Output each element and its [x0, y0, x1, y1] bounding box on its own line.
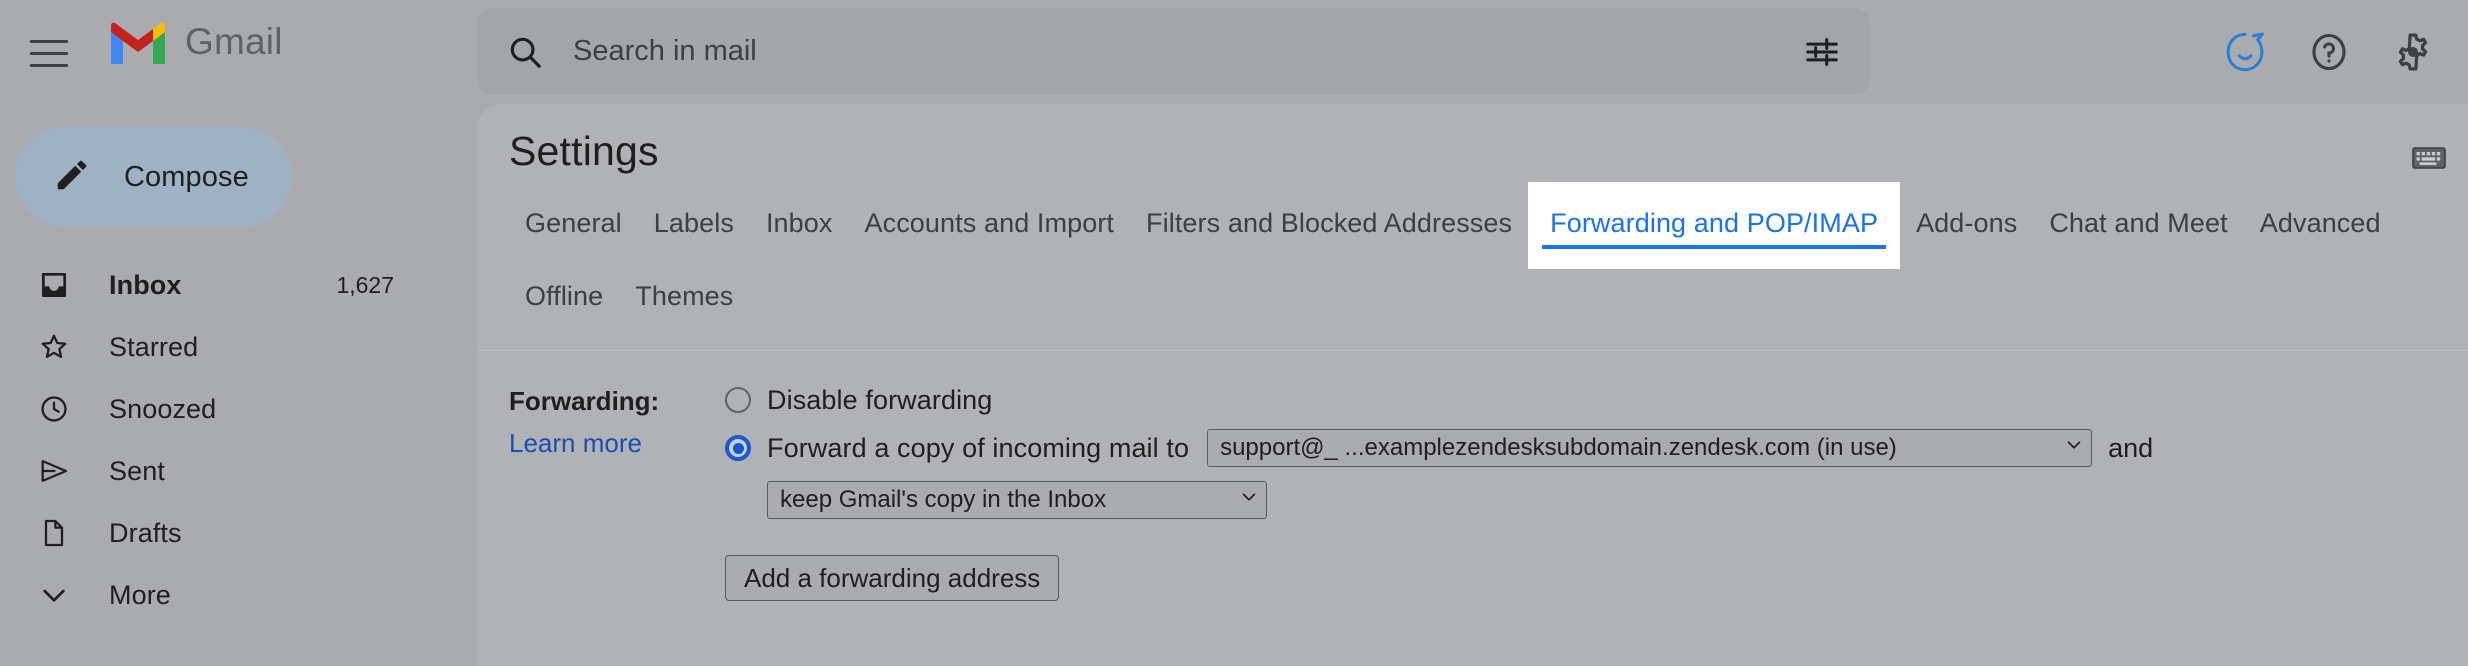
sidebar-item-sent[interactable]: Sent: [0, 440, 462, 502]
top-app-bar: Gmail: [0, 0, 2468, 104]
page-title: Settings: [509, 128, 659, 175]
gemini-sparkle-icon[interactable]: [2214, 21, 2276, 83]
forwarding-address-select[interactable]: support@_ ...examplezendesksubdomain.zen…: [1207, 429, 2092, 467]
settings-panel: Settings General Labels Inbox Accounts a…: [477, 104, 2468, 666]
star-outline-icon: [38, 331, 80, 363]
search-input[interactable]: [573, 35, 1774, 68]
settings-tab-bar: General Labels Inbox Accounts and Import…: [477, 196, 2468, 328]
tab-general[interactable]: General: [509, 196, 638, 255]
left-sidebar: Compose Inbox 1,627 Starred: [0, 104, 477, 666]
forwarding-controls-column: Disable forwarding Forward a copy of inc…: [725, 351, 2468, 601]
document-draft-icon: [38, 517, 80, 549]
help-question-icon[interactable]: [2298, 21, 2360, 83]
inbox-unread-count: 1,627: [336, 272, 394, 299]
topbar-actions: [2214, 0, 2444, 104]
settings-tab-row-secondary: Offline Themes: [477, 269, 2468, 328]
tab-add-ons[interactable]: Add-ons: [1900, 196, 2033, 255]
hamburger-menu-icon[interactable]: [30, 32, 72, 74]
sidebar-item-starred[interactable]: Starred: [0, 316, 462, 378]
keyboard-shortcuts-icon[interactable]: [2412, 146, 2446, 175]
disable-forwarding-label: Disable forwarding: [767, 385, 992, 416]
sidebar-item-drafts[interactable]: Drafts: [0, 502, 462, 564]
tab-chat-and-meet[interactable]: Chat and Meet: [2033, 196, 2243, 255]
gmail-brand-logo[interactable]: Gmail: [107, 20, 283, 66]
tab-accounts-and-import[interactable]: Accounts and Import: [849, 196, 1131, 255]
sidebar-item-label: More: [109, 580, 171, 611]
sidebar-item-label: Starred: [109, 332, 198, 363]
sidebar-item-label: Drafts: [109, 518, 182, 549]
gmail-copy-disposition-select[interactable]: keep Gmail's copy in the Inbox: [767, 481, 1267, 519]
forward-copy-radio[interactable]: [725, 435, 751, 461]
tab-advanced[interactable]: Advanced: [2244, 196, 2397, 255]
learn-more-link[interactable]: Learn more: [509, 425, 725, 461]
tab-filters-and-blocked-addresses[interactable]: Filters and Blocked Addresses: [1130, 196, 1528, 255]
send-paper-plane-icon: [38, 455, 80, 487]
gmail-m-logo: [107, 20, 169, 66]
sidebar-item-inbox[interactable]: Inbox 1,627: [0, 254, 462, 316]
sidebar-item-label: Snoozed: [109, 394, 216, 425]
chevron-down-icon: [1238, 486, 1260, 515]
forwarding-settings-section: Forwarding: Learn more Disable forwardin…: [477, 351, 2468, 601]
filter-options-icon[interactable]: [1774, 8, 1870, 95]
search-icon: [477, 33, 573, 71]
sidebar-item-label: Inbox: [109, 270, 182, 301]
search-bar[interactable]: [477, 8, 1870, 95]
chevron-down-icon: [2063, 434, 2085, 463]
tab-inbox[interactable]: Inbox: [750, 196, 849, 255]
gear-settings-icon[interactable]: [2382, 21, 2444, 83]
tab-labels[interactable]: Labels: [638, 196, 750, 255]
tab-offline[interactable]: Offline: [509, 269, 619, 328]
sidebar-nav-list: Inbox 1,627 Starred Snoozed: [0, 254, 462, 626]
clock-icon: [38, 393, 80, 425]
compose-label: Compose: [124, 161, 249, 194]
forwarding-address-value: support@_ ...examplezendesksubdomain.zen…: [1220, 434, 1897, 462]
chevron-down-icon: [38, 579, 80, 611]
disposition-value: keep Gmail's copy in the Inbox: [780, 486, 1106, 514]
forward-copy-label: Forward a copy of incoming mail to: [767, 433, 1189, 464]
tab-themes[interactable]: Themes: [619, 269, 749, 328]
tab-forwarding-and-pop-imap[interactable]: Forwarding and POP/IMAP: [1528, 182, 1900, 269]
forward-copy-row[interactable]: Forward a copy of incoming mail to suppo…: [725, 427, 2468, 469]
and-conjunction-label: and: [2108, 433, 2153, 464]
forwarding-heading: Forwarding:: [509, 383, 725, 419]
gmail-wordmark: Gmail: [185, 23, 283, 63]
forwarding-label-column: Forwarding: Learn more: [477, 351, 725, 601]
sidebar-item-more[interactable]: More: [0, 564, 462, 626]
pencil-compose-icon: [53, 156, 91, 199]
add-forwarding-address-button[interactable]: Add a forwarding address: [725, 555, 1059, 601]
sidebar-item-label: Sent: [109, 456, 165, 487]
sidebar-item-snoozed[interactable]: Snoozed: [0, 378, 462, 440]
disable-forwarding-radio[interactable]: [725, 387, 751, 413]
disposition-row: keep Gmail's copy in the Inbox: [725, 481, 2468, 519]
settings-tab-row-primary: General Labels Inbox Accounts and Import…: [477, 196, 2468, 255]
inbox-tray-icon: [38, 269, 80, 301]
compose-button[interactable]: Compose: [15, 127, 292, 227]
disable-forwarding-row[interactable]: Disable forwarding: [725, 379, 2468, 421]
